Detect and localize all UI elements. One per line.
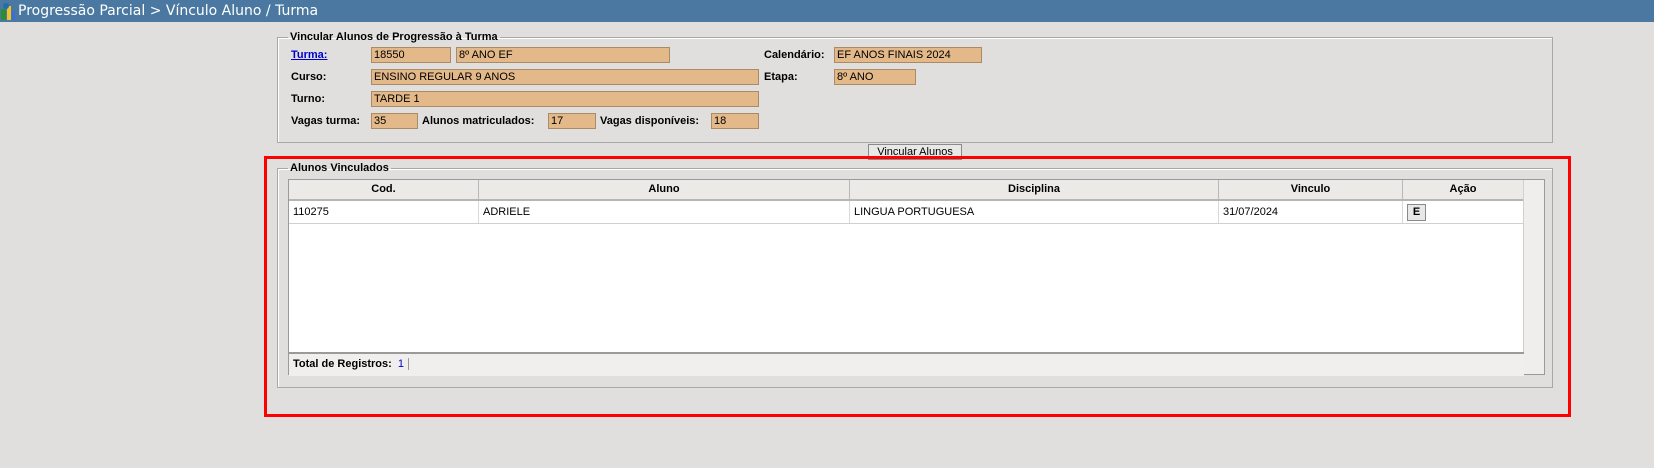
curso-field: ENSINO REGULAR 9 ANOS xyxy=(371,69,759,85)
vinculados-group-legend: Alunos Vinculados xyxy=(290,162,389,174)
edit-button[interactable]: E xyxy=(1407,204,1426,221)
curso-label: Curso: xyxy=(291,71,327,83)
cell-aluno: ADRIELE xyxy=(479,201,850,223)
total-registros-label: Total de Registros: xyxy=(293,358,392,370)
etapa-label: Etapa: xyxy=(764,71,798,83)
total-registros-count: 1 xyxy=(397,358,409,370)
calendario-label: Calendário: xyxy=(764,49,825,61)
turno-label: Turno: xyxy=(291,93,326,105)
vagas-disponiveis-field: 18 xyxy=(711,113,759,129)
col-header-disciplina[interactable]: Disciplina xyxy=(850,180,1219,199)
grid-header: Cod. Aluno Disciplina Vinculo Ação xyxy=(289,180,1524,201)
alunos-matriculados-label: Alunos matriculados: xyxy=(422,115,535,127)
vagas-disponiveis-label: Vagas disponíveis: xyxy=(600,115,700,127)
cell-vinculo: 31/07/2024 xyxy=(1219,201,1403,223)
vagas-turma-label: Vagas turma: xyxy=(291,115,361,127)
vincular-group-legend: Vincular Alunos de Progressão à Turma xyxy=(290,31,498,43)
grid-footer: Total de Registros: 1 xyxy=(289,352,1524,376)
table-row[interactable]: 110275 ADRIELE LINGUA PORTUGUESA 31/07/2… xyxy=(289,201,1524,224)
students-grid: Cod. Aluno Disciplina Vinculo Ação 11027… xyxy=(288,179,1545,376)
alunos-matriculados-field: 17 xyxy=(548,113,596,129)
col-header-aluno[interactable]: Aluno xyxy=(479,180,850,199)
grid-scrollbar[interactable] xyxy=(1523,180,1544,374)
cell-acao: E xyxy=(1403,201,1524,223)
turno-field: TARDE 1 xyxy=(371,91,759,107)
turma-code-field: 18550 xyxy=(371,47,451,63)
turma-name-field: 8º ANO EF xyxy=(456,47,670,63)
breadcrumb: Progressão Parcial > Vínculo Aluno / Tur… xyxy=(18,3,319,19)
cell-disciplina: LINGUA PORTUGUESA xyxy=(850,201,1219,223)
vagas-turma-field: 35 xyxy=(371,113,418,129)
app-logo-icon xyxy=(0,2,16,20)
col-header-acao[interactable]: Ação xyxy=(1403,180,1524,199)
calendario-field: EF ANOS FINAIS 2024 xyxy=(834,47,982,63)
col-header-vinculo[interactable]: Vinculo xyxy=(1219,180,1403,199)
title-bar: Progressão Parcial > Vínculo Aluno / Tur… xyxy=(0,0,1654,22)
turma-link[interactable]: Turma: xyxy=(291,47,327,63)
col-header-cod[interactable]: Cod. xyxy=(289,180,479,199)
cell-cod: 110275 xyxy=(289,201,479,223)
etapa-field: 8º ANO xyxy=(834,69,916,85)
vincular-alunos-button[interactable]: Vincular Alunos xyxy=(868,144,962,160)
